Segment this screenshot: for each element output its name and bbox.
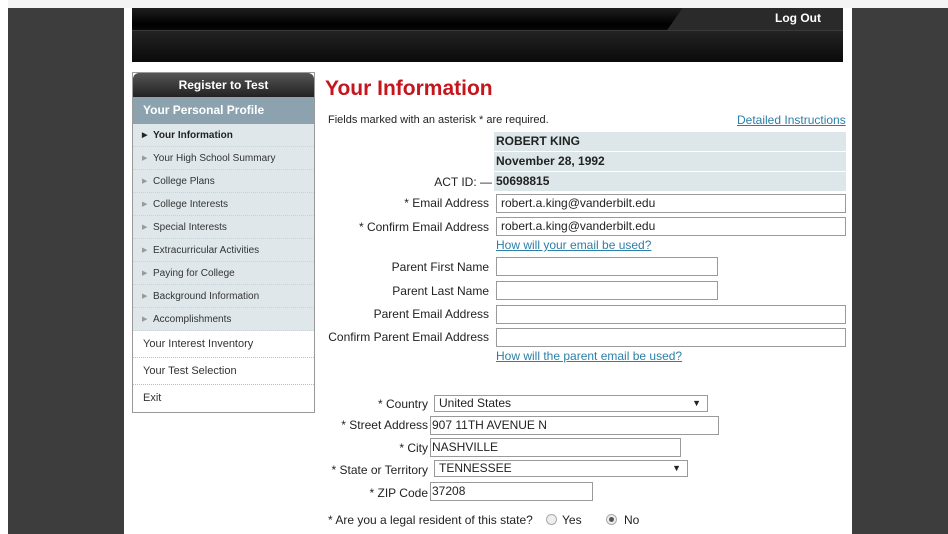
right-margin <box>852 0 948 534</box>
detailed-instructions-link[interactable]: Detailed Instructions <box>737 113 846 127</box>
confirm-parent-email-label: Confirm Parent Email Address <box>328 330 489 344</box>
triangle-down-icon: ▼ <box>692 398 701 408</box>
sidebar-item-label: Special Interests <box>153 222 227 233</box>
logout-link[interactable]: Log Out <box>775 11 821 25</box>
sidebar-item-label: College Interests <box>153 199 229 210</box>
sidebar-item-extracurricular[interactable]: ▶ Extracurricular Activities <box>133 239 314 262</box>
city-label: * City <box>399 441 428 455</box>
email-field[interactable]: robert.a.king@vanderbilt.edu <box>496 194 846 213</box>
state-label: * State or Territory <box>331 463 428 477</box>
resident-question: * Are you a legal resident of this state… <box>328 513 533 527</box>
parent-email-usage-link[interactable]: How will the parent email be used? <box>496 349 682 363</box>
sidebar-item-interest-inventory[interactable]: Your Interest Inventory <box>133 331 314 358</box>
state-value: TENNESSEE <box>439 461 512 475</box>
street-address-field[interactable]: 907 11TH AVENUE N <box>430 416 719 435</box>
resident-yes-label: Yes <box>562 513 582 527</box>
resident-yes-radio[interactable] <box>546 514 557 525</box>
state-select[interactable]: TENNESSEE ▼ <box>434 460 688 477</box>
email-label: * Email Address <box>404 196 489 210</box>
sidebar-item-accomplishments[interactable]: ▶ Accomplishments <box>133 308 314 331</box>
triangle-right-icon: ▶ <box>142 178 148 185</box>
top-edge <box>8 0 948 8</box>
act-id-label: ACT ID: — <box>434 175 492 189</box>
sidebar-header: Register to Test <box>133 73 314 97</box>
triangle-right-icon: ▶ <box>142 132 148 139</box>
sidebar-item-special-interests[interactable]: ▶ Special Interests <box>133 216 314 239</box>
email-usage-link[interactable]: How will your email be used? <box>496 238 651 252</box>
sidebar-item-label: Your Information <box>153 130 233 141</box>
zip-code-field[interactable]: 37208 <box>430 482 593 501</box>
parent-email-label: Parent Email Address <box>373 307 489 321</box>
sidebar-item-exit[interactable]: Exit <box>133 385 314 412</box>
triangle-right-icon: ▶ <box>142 316 148 323</box>
page-content: Log Out Register to Test Your Personal P… <box>124 8 852 534</box>
sidebar-item-personal-profile[interactable]: Your Personal Profile <box>133 97 314 124</box>
confirm-parent-email-field[interactable] <box>496 328 846 347</box>
resident-no-label: No <box>624 513 640 527</box>
sidebar-item-test-selection[interactable]: Your Test Selection <box>133 358 314 385</box>
confirm-email-label: * Confirm Email Address <box>358 220 489 234</box>
sidebar-item-label: Background Information <box>153 291 260 302</box>
sidebar-item-label: Your High School Summary <box>153 153 276 164</box>
act-id-value: 50698815 <box>494 172 846 191</box>
triangle-right-icon: ▶ <box>142 201 148 208</box>
sidebar-item-college-plans[interactable]: ▶ College Plans <box>133 170 314 193</box>
confirm-email-field[interactable]: robert.a.king@vanderbilt.edu <box>496 217 846 236</box>
sidebar-item-label: Paying for College <box>153 268 235 279</box>
parent-first-name-label: Parent First Name <box>391 260 489 274</box>
sidebar-item-label: Accomplishments <box>153 314 232 325</box>
student-name: ROBERT KING <box>494 132 846 151</box>
triangle-down-icon: ▼ <box>672 463 681 473</box>
triangle-right-icon: ▶ <box>142 293 148 300</box>
sidebar-item-your-information[interactable]: ▶ Your Information <box>133 124 314 147</box>
zip-code-label: * ZIP Code <box>369 486 428 500</box>
triangle-right-icon: ▶ <box>142 247 148 254</box>
sidebar-item-background-information[interactable]: ▶ Background Information <box>133 285 314 308</box>
sidebar-item-high-school-summary[interactable]: ▶ Your High School Summary <box>133 147 314 170</box>
required-note: Fields marked with an asterisk * are req… <box>328 114 549 126</box>
triangle-right-icon: ▶ <box>142 270 148 277</box>
parent-last-name-field[interactable] <box>496 281 718 300</box>
banner-bar <box>132 30 843 62</box>
sidebar-item-label: College Plans <box>153 176 215 187</box>
country-value: United States <box>439 396 512 410</box>
header-banner: Log Out <box>132 8 843 62</box>
resident-no-radio[interactable] <box>606 514 617 525</box>
triangle-right-icon: ▶ <box>142 155 148 162</box>
triangle-right-icon: ▶ <box>142 224 148 231</box>
sidebar-item-label: Extracurricular Activities <box>153 245 260 256</box>
country-label: * Country <box>377 397 428 411</box>
left-edge <box>0 0 8 534</box>
city-field[interactable]: NASHVILLE <box>430 438 681 457</box>
parent-last-name-label: Parent Last Name <box>392 284 489 298</box>
left-margin <box>8 0 124 534</box>
sidebar-item-paying-for-college[interactable]: ▶ Paying for College <box>133 262 314 285</box>
parent-email-field[interactable] <box>496 305 846 324</box>
sidebar-nav: Register to Test Your Personal Profile ▶… <box>132 72 315 413</box>
sidebar-item-college-interests[interactable]: ▶ College Interests <box>133 193 314 216</box>
parent-first-name-field[interactable] <box>496 257 718 276</box>
country-select[interactable]: United States ▼ <box>434 395 708 412</box>
profile-subnav: ▶ Your Information ▶ Your High School Summ… <box>133 124 314 331</box>
street-address-label: * Street Address <box>341 418 428 432</box>
student-birthdate: November 28, 1992 <box>494 152 846 171</box>
page-title: Your Information <box>325 77 493 100</box>
